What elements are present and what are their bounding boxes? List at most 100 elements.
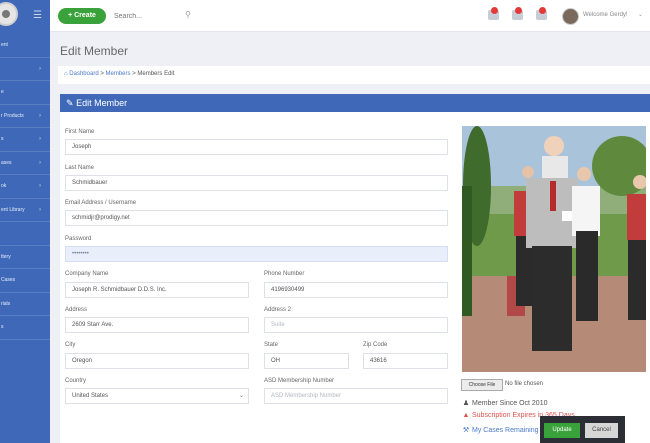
chevron-down-icon: ⌄ (238, 393, 244, 399)
edit-icon: ✎ (66, 98, 74, 108)
phone-label: Phone Number (264, 271, 305, 277)
sidebar-item-label: rials (1, 300, 11, 307)
flag-badge (539, 7, 546, 14)
chevron-right-icon: › (39, 206, 41, 213)
zip-input[interactable]: 43616 (363, 353, 448, 369)
chevron-right-icon: › (39, 159, 41, 166)
avatar[interactable] (562, 8, 579, 25)
sidebar-item[interactable]: ent (0, 34, 50, 58)
address-label: Address (65, 307, 88, 313)
update-button[interactable]: Update (544, 423, 580, 438)
breadcrumb-members[interactable]: Members (106, 71, 131, 77)
sidebar-item[interactable]: ok › (0, 175, 50, 199)
topbar: + Create ⚲ Welcome Gerdy! ⌄ (50, 0, 650, 32)
company-input[interactable]: Joseph R. Schmidbauer D.D.S. Inc. (65, 282, 249, 298)
email-input[interactable]: schmidjr@prodigy.net (65, 210, 448, 226)
message-icon[interactable] (512, 7, 523, 20)
first-name-label: First Name (65, 129, 95, 135)
address-input[interactable]: 2609 Starr Ave. (65, 317, 249, 333)
photo-illustration (462, 126, 646, 372)
home-icon: ⌂ (64, 71, 68, 77)
state-input[interactable]: OH (264, 353, 349, 369)
city-label: City (65, 342, 76, 348)
flag-icon[interactable] (536, 7, 547, 20)
welcome-text[interactable]: Welcome Gerdy! (583, 12, 628, 18)
sidebar-item-label: e (1, 89, 4, 95)
breadcrumb-separator: > (100, 71, 104, 77)
breadcrumb: ⌂ Dashboard > Members > Members Edit (58, 66, 650, 84)
sidebar-item[interactable]: s (0, 316, 50, 340)
address2-input[interactable]: Suite (264, 317, 448, 333)
message-badge (515, 7, 522, 14)
search-input[interactable] (114, 9, 194, 23)
country-value: United States (72, 393, 109, 399)
sidebar-item[interactable]: ases › (0, 152, 50, 175)
sidebar-item-label: r Products (1, 112, 24, 119)
sidebar-item-label: ent (1, 42, 8, 48)
sidebar-item-label: ok (1, 183, 7, 189)
email-label: Email Address / Username (65, 200, 137, 206)
sidebar-item[interactable]: ent Library › (0, 199, 50, 222)
breadcrumb-current: Members Edit (137, 71, 175, 77)
company-label: Company Name (65, 271, 109, 277)
sidebar-item[interactable]: e (0, 81, 50, 105)
chevron-down-icon[interactable]: ⌄ (638, 11, 643, 18)
panel-title: Edit Member (76, 98, 128, 108)
sidebar-item[interactable]: ttery (0, 246, 50, 269)
chevron-right-icon: › (39, 112, 41, 119)
password-label: Password (65, 236, 92, 242)
asd-label: ASD Membership Number (264, 378, 335, 384)
sidebar-item-label: Cases (1, 277, 16, 283)
warning-icon: ▲ (462, 412, 470, 419)
sidebar-menu: ent › e r Products › s › ases › ok › ent Library › tt… (0, 34, 50, 340)
cancel-button[interactable]: Cancel (585, 423, 618, 438)
sidebar-item[interactable]: s › (0, 128, 50, 152)
chevron-right-icon: › (39, 65, 41, 72)
password-input[interactable]: •••••••• (65, 246, 448, 262)
choose-file-button[interactable]: Choose File (461, 379, 503, 391)
sidebar-item[interactable]: rials (0, 293, 50, 316)
sidebar: ☰ ent › e r Products › s › ases › ok › ent Library ›… (0, 0, 50, 443)
cases-icon: ⚒ (462, 427, 470, 434)
my-cases[interactable]: ⚒ My Cases Remaining (462, 426, 539, 434)
first-name-input[interactable]: Joseph (65, 139, 448, 155)
sidebar-item[interactable]: Cases (0, 269, 50, 293)
city-input[interactable]: Oregon (65, 353, 249, 369)
panel-header: ✎ Edit Member (60, 94, 650, 112)
chevron-right-icon: › (39, 136, 41, 142)
sidebar-item-label: s (1, 324, 4, 330)
sidebar-item[interactable]: › (0, 58, 50, 81)
zip-label: Zip Code (363, 342, 388, 348)
menu-toggle-icon[interactable]: ☰ (33, 10, 42, 21)
notification-icon[interactable] (488, 7, 499, 20)
last-name-label: Last Name (65, 165, 95, 171)
asd-input[interactable]: ASD Membership Number (264, 388, 448, 404)
create-button[interactable]: + Create (58, 8, 106, 24)
member-photo (462, 126, 646, 372)
search-icon[interactable]: ⚲ (185, 10, 191, 19)
file-status: No file chosen (505, 381, 544, 387)
breadcrumb-separator: > (132, 71, 136, 77)
user-icon: ♟ (462, 400, 470, 407)
member-since: ♟ Member Since Oct 2010 (462, 399, 548, 407)
member-since-text: Member Since Oct 2010 (472, 400, 548, 407)
page-title: Edit Member (60, 44, 129, 58)
my-cases-text: My Cases Remaining (472, 427, 539, 434)
notification-badge (491, 7, 498, 14)
create-button-label: Create (74, 12, 96, 19)
sidebar-item-label: ttery (1, 253, 11, 260)
country-label: Country (65, 378, 87, 384)
sidebar-item[interactable]: r Products › (0, 105, 50, 128)
country-select[interactable]: United States ⌄ (65, 388, 249, 404)
phone-input[interactable]: 4196930499 (264, 282, 448, 298)
sidebar-item-label: ases (1, 159, 12, 166)
chevron-right-icon: › (39, 183, 41, 189)
address2-label: Address 2 (264, 307, 292, 313)
state-label: State (264, 342, 279, 348)
sidebar-item-label: s (1, 136, 4, 142)
last-name-input[interactable]: Schmidbauer (65, 175, 448, 191)
breadcrumb-dashboard[interactable]: Dashboard (69, 71, 98, 77)
logo (0, 2, 18, 26)
sidebar-item[interactable] (0, 222, 50, 246)
sidebar-item-label: ent Library (1, 206, 25, 213)
